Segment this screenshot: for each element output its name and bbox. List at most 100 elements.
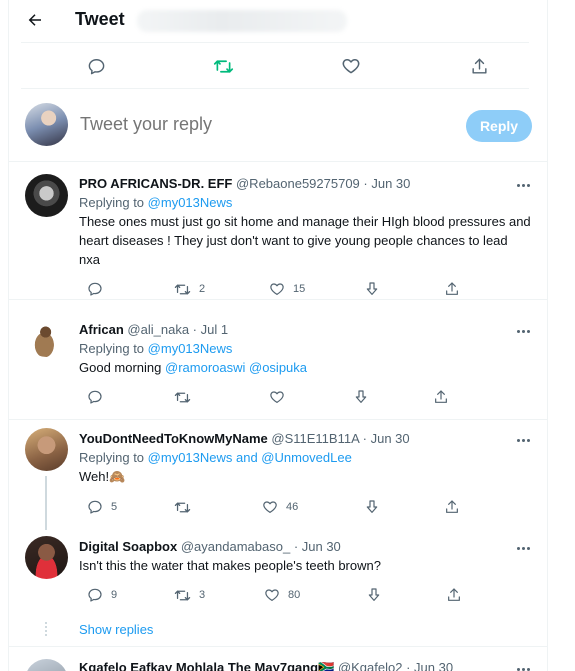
retweet-icon — [174, 502, 191, 512]
more-options-icon[interactable] — [513, 433, 533, 447]
display-name[interactable]: YouDontNeedToKnowMyName — [79, 431, 268, 446]
reply-icon — [88, 390, 102, 404]
page-title: Tweet — [75, 9, 125, 29]
like-count: 80 — [288, 589, 301, 601]
reply-tweet[interactable]: PRO AFRICANS-DR. EFF @Rebaone59275709 · … — [9, 162, 547, 300]
like-icon — [270, 283, 284, 295]
reply-input[interactable] — [80, 114, 380, 135]
reply-tweet[interactable]: African @ali_naka · Jul 1 Replying to @m… — [9, 300, 547, 420]
like-count: 46 — [286, 501, 299, 513]
more-options-icon[interactable] — [513, 541, 533, 555]
timestamp[interactable]: · Jun 30 — [294, 539, 341, 554]
share-icon — [435, 390, 447, 403]
downvote-action[interactable] — [364, 280, 380, 298]
retweet-icon[interactable] — [211, 54, 235, 78]
timeline-column: Tweet Reply PRO AFRICANS-DR. EFF @Rebaon… — [8, 0, 548, 671]
display-name[interactable]: African — [79, 322, 124, 337]
avatar[interactable] — [25, 536, 68, 579]
reply-action[interactable]: 9 — [87, 586, 117, 604]
avatar[interactable] — [25, 174, 68, 217]
mention-link[interactable]: @my013News and @UnmovedLee — [148, 450, 352, 465]
reply-composer: Reply — [9, 90, 547, 162]
retweet-count: 3 — [199, 589, 206, 601]
reply-action[interactable] — [87, 388, 111, 406]
like-action[interactable]: 80 — [264, 586, 300, 604]
more-options-icon[interactable] — [513, 662, 533, 671]
tweet-actions: 9 3 80 — [79, 586, 462, 604]
like-icon — [265, 589, 279, 601]
mention-link[interactable]: @my013News — [148, 195, 233, 210]
reply-icon — [88, 500, 102, 514]
like-action[interactable]: 15 — [269, 280, 305, 298]
mention-links[interactable]: @ramoroaswi @osipuka — [165, 360, 307, 375]
reply-tweet[interactable]: Kgafelo Eafkay Mohlala The May7gang🇿🇦 @K… — [9, 646, 547, 671]
handle[interactable]: @ayandamabaso_ — [181, 539, 290, 554]
downvote-action[interactable] — [364, 498, 380, 516]
handle[interactable]: @S11E11B11A — [271, 431, 359, 446]
reply-tweet[interactable]: Digital Soapbox @ayandamabaso_ · Jun 30 … — [9, 530, 547, 620]
more-options-icon[interactable] — [513, 178, 533, 192]
like-action[interactable] — [269, 388, 293, 406]
like-action[interactable]: 46 — [262, 498, 298, 516]
tweet-text: Weh!🙈 — [79, 469, 126, 484]
back-arrow-icon[interactable] — [23, 8, 47, 32]
retweet-count: 2 — [199, 283, 206, 295]
share-action[interactable] — [446, 586, 462, 604]
downvote-arrow-icon — [366, 282, 378, 295]
retweet-action[interactable] — [174, 388, 199, 406]
thread-line — [45, 476, 47, 530]
retweet-action[interactable] — [174, 498, 199, 516]
like-icon[interactable] — [339, 54, 363, 78]
retweet-icon — [174, 590, 191, 600]
share-icon — [448, 588, 460, 601]
share-action[interactable] — [444, 498, 460, 516]
timestamp[interactable]: · Jun 30 — [363, 176, 410, 191]
display-name[interactable]: Digital Soapbox — [79, 539, 177, 554]
like-icon — [270, 391, 284, 403]
avatar — [25, 103, 68, 146]
tweet-actions: 2 15 — [79, 280, 459, 298]
share-action[interactable] — [433, 388, 449, 406]
share-icon — [446, 500, 458, 513]
handle[interactable]: @Kgafelo2 — [338, 660, 403, 671]
display-name[interactable]: PRO AFRICANS-DR. EFF — [79, 176, 232, 191]
tweet-text: These ones must just go sit home and man… — [79, 214, 531, 267]
handle[interactable]: @Rebaone59275709 — [236, 176, 360, 191]
downvote-action[interactable] — [353, 388, 369, 406]
share-action[interactable] — [444, 280, 460, 298]
retweet-action[interactable]: 2 — [174, 280, 205, 298]
timestamp[interactable]: · Jun 30 — [406, 660, 453, 671]
reply-count: 5 — [111, 501, 118, 513]
mention-link[interactable]: @my013News — [148, 341, 233, 356]
handle[interactable]: @ali_naka — [127, 322, 189, 337]
reply-action[interactable] — [87, 280, 111, 298]
avatar[interactable] — [25, 659, 68, 671]
downvote-arrow-icon — [366, 500, 378, 513]
downvote-arrow-icon — [368, 588, 380, 601]
retweet-action[interactable]: 3 — [174, 586, 205, 604]
tweet-actions — [79, 388, 459, 406]
avatar[interactable] — [25, 314, 68, 357]
share-icon[interactable] — [467, 54, 491, 78]
downvote-action[interactable] — [366, 586, 382, 604]
avatar[interactable] — [25, 428, 68, 471]
thread-continuation-dots — [45, 622, 47, 638]
tweet-text: Good morning — [79, 360, 162, 375]
display-name[interactable]: Kgafelo Eafkay Mohlala The May7gang🇿🇦 — [79, 660, 334, 671]
reply-tweet[interactable]: YouDontNeedToKnowMyName @S11E11B11A · Ju… — [9, 420, 547, 530]
timestamp[interactable]: · Jul 1 — [193, 322, 228, 337]
like-icon — [263, 501, 277, 513]
main-tweet-action-bar — [21, 42, 529, 89]
downvote-arrow-icon — [355, 390, 367, 403]
more-options-icon[interactable] — [513, 324, 533, 338]
tweet-text: Isn't this the water that makes people's… — [79, 558, 381, 573]
show-replies-link[interactable]: Show replies — [79, 622, 153, 637]
retweet-icon — [174, 392, 191, 402]
retweet-icon — [174, 284, 191, 294]
reply-action[interactable]: 5 — [87, 498, 117, 516]
reply-icon[interactable] — [84, 54, 108, 78]
blurred-area — [137, 10, 347, 32]
tweet-actions: 5 46 — [79, 498, 459, 516]
timestamp[interactable]: · Jun 30 — [363, 431, 410, 446]
reply-button[interactable]: Reply — [466, 110, 532, 142]
